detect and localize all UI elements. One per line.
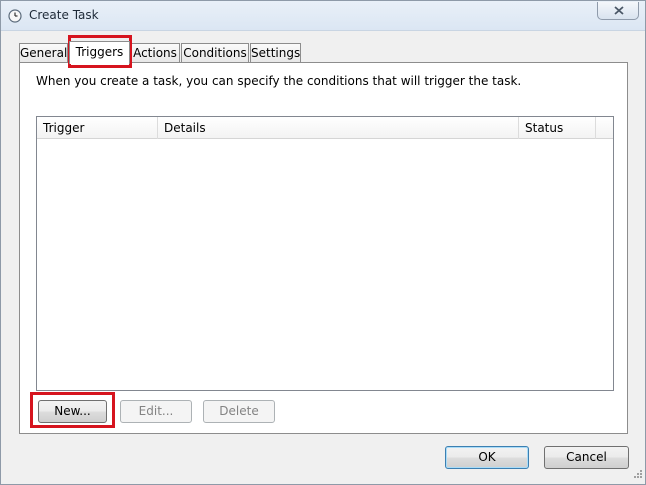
tab-general[interactable]: General [19,43,68,63]
window-title: Create Task [29,8,99,22]
resize-grip-icon[interactable] [633,468,643,482]
title-bar[interactable]: Create Task [1,1,645,31]
tab-actions[interactable]: Actions [130,43,180,63]
column-header-trigger[interactable]: Trigger [37,117,158,139]
column-header-status[interactable]: Status [519,117,596,139]
close-icon [614,6,624,15]
clock-icon [8,9,22,23]
cancel-button[interactable]: Cancel [544,446,629,469]
new-trigger-button[interactable]: New... [38,400,107,423]
triggers-panel: When you create a task, you can specify … [19,62,628,434]
create-task-window: Create Task General Triggers Actions Con… [0,0,646,485]
triggers-description: When you create a task, you can specify … [36,74,522,88]
column-header-details[interactable]: Details [158,117,519,139]
close-button[interactable] [597,2,639,20]
ok-button[interactable]: OK [445,446,529,469]
tab-triggers[interactable]: Triggers [69,41,130,64]
delete-trigger-button[interactable]: Delete [203,400,275,423]
triggers-list[interactable]: Trigger Details Status [36,116,614,391]
edit-trigger-button[interactable]: Edit... [120,400,192,423]
tab-conditions[interactable]: Conditions [181,43,249,63]
tab-settings[interactable]: Settings [250,43,301,63]
list-header: Trigger Details Status [37,117,613,139]
